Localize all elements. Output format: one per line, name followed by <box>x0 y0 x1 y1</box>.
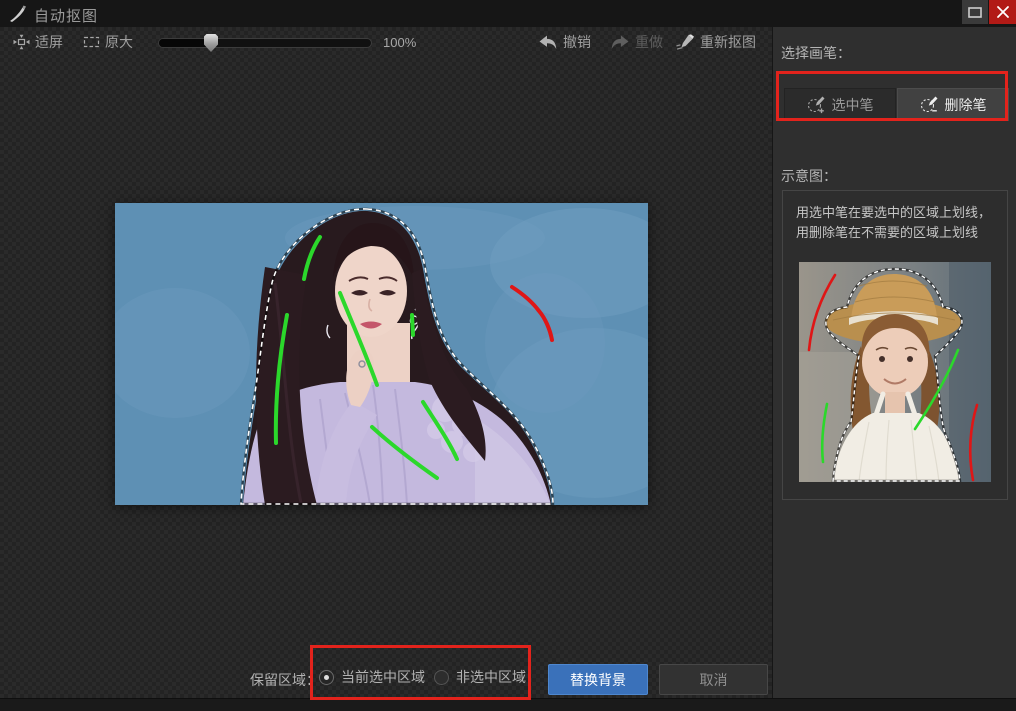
close-icon <box>996 5 1010 19</box>
maximize-icon <box>968 7 982 18</box>
recut-button[interactable]: 重新抠图 <box>676 27 756 57</box>
auto-cutout-dialog: 自动抠图 适屏 原大 <box>0 0 1016 710</box>
demo-box: 用选中笔在要选中的区域上划线，用删除笔在不需要的区域上划线 <box>782 190 1008 500</box>
radio-current-selected-label: 当前选中区域 <box>341 667 425 687</box>
radio-selected-icon[interactable] <box>319 670 334 685</box>
zoom-percent: 100% <box>383 35 416 50</box>
fit-screen-icon <box>13 34 30 50</box>
window-bottom-edge <box>0 698 1016 711</box>
undo-icon <box>538 35 558 50</box>
recut-label: 重新抠图 <box>700 32 756 52</box>
right-panel: 选择画笔： 选中笔 删除笔 示意图： 用选中笔在要选中的区域上划线，用删除笔在不… <box>772 27 1016 698</box>
select-pen-button[interactable]: 选中笔 <box>784 88 896 121</box>
title-bar: 自动抠图 <box>0 0 1016 27</box>
undo-button[interactable]: 撤销 <box>538 27 591 57</box>
app-icon <box>7 3 27 23</box>
redo-button[interactable]: 重做 <box>610 27 663 57</box>
radio-unselected-icon[interactable] <box>434 670 449 685</box>
window-title: 自动抠图 <box>34 5 98 26</box>
edited-photo[interactable] <box>115 203 648 505</box>
keep-area-label: 保留区域： <box>250 670 320 690</box>
original-size-icon <box>83 34 100 50</box>
zoom-slider-thumb[interactable] <box>204 34 218 52</box>
undo-label: 撤销 <box>563 32 591 52</box>
redo-label: 重做 <box>635 32 663 52</box>
toolbar: 适屏 原大 100% 撤销 重做 <box>0 27 772 59</box>
recut-icon <box>676 34 695 50</box>
maximize-button[interactable] <box>962 0 988 24</box>
original-size-label: 原大 <box>105 32 133 52</box>
delete-pen-button[interactable]: 删除笔 <box>897 88 1009 121</box>
demo-section-title: 示意图： <box>781 166 837 186</box>
fit-screen-label: 适屏 <box>35 32 63 52</box>
radio-non-selected-label: 非选中区域 <box>456 667 526 687</box>
canvas-area[interactable]: 保留区域： 当前选中区域 非选中区域 替换背景 取消 <box>0 58 772 698</box>
delete-pen-icon <box>920 95 939 114</box>
demo-hint-text: 用选中笔在要选中的区域上划线，用删除笔在不需要的区域上划线 <box>796 203 994 242</box>
radio-current-selected-area[interactable]: 当前选中区域 <box>319 667 425 687</box>
redo-icon <box>610 35 630 50</box>
brush-section-title: 选择画笔： <box>781 43 851 63</box>
zoom-slider-fill <box>159 39 211 47</box>
replace-background-button[interactable]: 替换背景 <box>548 664 648 695</box>
original-size-button[interactable]: 原大 <box>83 27 133 57</box>
select-pen-icon <box>807 95 826 114</box>
zoom-slider[interactable] <box>158 38 372 48</box>
close-button[interactable] <box>989 0 1016 24</box>
demo-image <box>799 262 991 482</box>
select-pen-label: 选中笔 <box>832 95 874 115</box>
fit-screen-button[interactable]: 适屏 <box>13 27 63 57</box>
radio-non-selected-area[interactable]: 非选中区域 <box>434 667 526 687</box>
cancel-button[interactable]: 取消 <box>659 664 768 695</box>
delete-pen-label: 删除笔 <box>945 95 987 115</box>
radio-dot <box>324 675 329 680</box>
